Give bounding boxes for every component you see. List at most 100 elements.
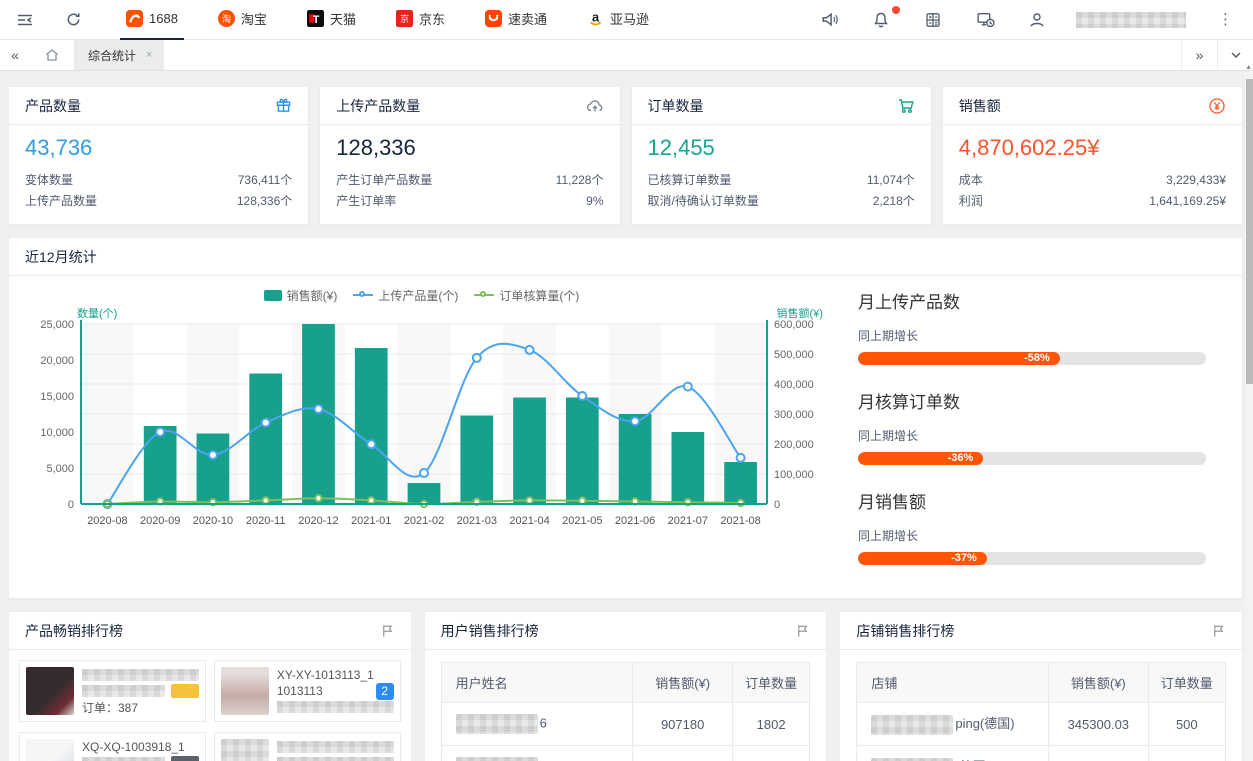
platform-tab-aliexpress[interactable]: 速卖通	[479, 0, 553, 40]
orders-cell: 435	[1148, 746, 1225, 761]
svg-text:2021-01: 2021-01	[351, 515, 391, 527]
svg-text:数量(个): 数量(个)	[77, 308, 117, 320]
user-icon[interactable]	[1024, 0, 1050, 40]
svg-text:2020-10: 2020-10	[193, 515, 233, 527]
product-image-jersey	[26, 667, 74, 715]
tabbar-controls: »	[1181, 40, 1253, 70]
platform-jd-icon: 京	[396, 10, 413, 27]
growth-progressbar: -37%	[858, 552, 1206, 565]
stat-card-orders: 订单数量 12,455 已核算订单数量11,074个 取消/待确认订单数量2,2…	[631, 86, 932, 225]
platform-tab-amazon[interactable]: a 亚马逊	[581, 0, 655, 40]
scrollbar-thumb[interactable]	[1246, 79, 1253, 384]
svg-text:600,000: 600,000	[774, 319, 814, 331]
product-image-redacted	[221, 739, 269, 761]
flag-icon[interactable]	[795, 623, 810, 638]
redacted-text	[82, 757, 165, 761]
metric-label: 已核算订单数量	[648, 170, 732, 191]
redacted-storename	[871, 715, 953, 735]
tabbar-spacer	[164, 40, 1181, 70]
panel-title: 产品畅销排行榜	[25, 621, 123, 641]
tabs-scroll-left-icon[interactable]: «	[0, 40, 30, 70]
platform-tab-1688[interactable]: 1688	[120, 0, 184, 40]
platform-tab-jd[interactable]: 京 京东	[390, 0, 451, 40]
ranking-panels-row: 产品畅销排行榜 订单：387	[8, 611, 1243, 761]
platform-tmall-icon: T	[307, 10, 324, 27]
legend-label: 上传产品量(个)	[378, 287, 458, 304]
card-main-value: 12,455	[648, 135, 915, 161]
card-main-value: 128,336	[336, 135, 603, 161]
legend-bar-swatch	[264, 290, 282, 301]
growth-label: 同上期增长	[858, 427, 1206, 444]
toolbar-right: ⋮	[816, 0, 1239, 40]
table-row[interactable]: 735078.35 1220	[441, 746, 810, 761]
metric-label: 取消/待确认订单数量	[648, 191, 759, 212]
legend-sales[interactable]: 销售额(¥)	[264, 287, 338, 304]
stat-card-products: 产品数量 43,736 变体数量736,411个 上传产品数量128,336个	[8, 86, 309, 225]
stat-cards-row: 产品数量 43,736 变体数量736,411个 上传产品数量128,336个 …	[8, 86, 1243, 225]
growth-title: 月上传产品数	[858, 288, 1206, 313]
more-menu-icon[interactable]: ⋮	[1212, 8, 1239, 31]
announcement-icon[interactable]	[816, 0, 842, 40]
svg-text:5,000: 5,000	[46, 463, 74, 475]
tab-comprehensive-statistics[interactable]: 综合统计 ×	[74, 40, 164, 70]
legend-uploaded[interactable]: 上传产品量(个)	[353, 287, 458, 304]
platform-aliexpress-icon	[485, 10, 502, 27]
svg-text:25,000: 25,000	[40, 319, 74, 331]
svg-text:400,000: 400,000	[774, 379, 814, 391]
growth-label: 同上期增长	[858, 327, 1206, 344]
svg-text:0: 0	[68, 499, 74, 511]
top-toolbar: 1688 淘 淘宝 T 天猫 京 京东 速卖通 a 亚马逊	[0, 0, 1253, 40]
table-row[interactable]: ping(德国) 345300.03 500	[857, 703, 1226, 746]
sales-cell: 907180	[633, 703, 733, 746]
flag-icon[interactable]	[1211, 623, 1226, 638]
calculator-icon[interactable]	[920, 0, 946, 40]
column-header: 店铺	[857, 663, 1049, 703]
platform-tab-taobao[interactable]: 淘 淘宝	[212, 0, 273, 40]
stat-card-sales: 销售额 4,870,602.25¥ 成本3,229,433¥ 利润1,641,1…	[942, 86, 1243, 225]
home-tab-icon[interactable]	[30, 40, 74, 70]
sales-cell: 735078.35	[633, 746, 733, 761]
redacted-username	[456, 714, 538, 734]
username-redacted[interactable]	[1076, 12, 1186, 28]
table-row[interactable]: (德国) 340298.96 435	[857, 746, 1226, 761]
metric-value: 11,228个	[556, 170, 604, 191]
notifications-bell-icon[interactable]	[868, 0, 894, 40]
platform-label: 1688	[149, 11, 178, 26]
platform-tabs: 1688 淘 淘宝 T 天猫 京 京东 速卖通 a 亚马逊	[106, 0, 669, 40]
platform-label: 京东	[419, 9, 445, 28]
scrollbar-up-arrow[interactable]: ▲	[1245, 64, 1252, 71]
store-sales-table: 店铺 销售额(¥) 订单数量 ping(德国) 345300.03 500	[856, 662, 1226, 761]
svg-text:500,000: 500,000	[774, 349, 814, 361]
redacted-text	[277, 701, 394, 713]
vertical-scrollbar[interactable]: ▲	[1245, 72, 1253, 761]
flag-icon[interactable]	[380, 623, 395, 638]
product-card-4[interactable]	[214, 732, 401, 761]
menu-fold-icon[interactable]	[12, 0, 38, 40]
gift-icon	[275, 97, 292, 114]
metric-label: 产生订单率	[336, 191, 396, 212]
metric-value: 128,336个	[237, 191, 292, 212]
svg-text:300,000: 300,000	[774, 409, 814, 421]
growth-progress-fill: -37%	[858, 552, 987, 565]
product-card-1[interactable]: 订单：387	[19, 660, 206, 722]
devices-icon[interactable]	[972, 0, 998, 40]
svg-text:销售额(¥): 销售额(¥)	[777, 308, 823, 320]
legend-orders[interactable]: 订单核算量(个)	[474, 287, 579, 304]
notification-dot	[892, 6, 900, 14]
sales-cell: 340298.96	[1049, 746, 1149, 761]
product-card-2[interactable]: XY-XY-1013113_1 10131132	[214, 660, 401, 722]
table-row[interactable]: 6 907180 1802	[441, 703, 810, 746]
svg-text:2021-05: 2021-05	[562, 515, 602, 527]
product-card-3[interactable]: XQ-XQ-1003918_1	[19, 732, 206, 761]
platform-tab-tmall[interactable]: T 天猫	[301, 0, 362, 40]
tab-close-icon[interactable]: ×	[146, 49, 152, 61]
svg-text:2020-08: 2020-08	[87, 515, 127, 527]
column-header: 销售额(¥)	[1049, 663, 1149, 703]
refresh-icon[interactable]	[60, 0, 86, 40]
tabs-scroll-right-icon[interactable]: »	[1181, 40, 1217, 70]
chart-legend: 销售额(¥) 上传产品量(个) 订单核算量(个)	[19, 282, 824, 308]
svg-text:2020-11: 2020-11	[246, 515, 286, 527]
growth-progress-fill: -58%	[858, 352, 1060, 365]
redacted-text	[277, 757, 394, 761]
svg-text:2020-09: 2020-09	[140, 515, 180, 527]
